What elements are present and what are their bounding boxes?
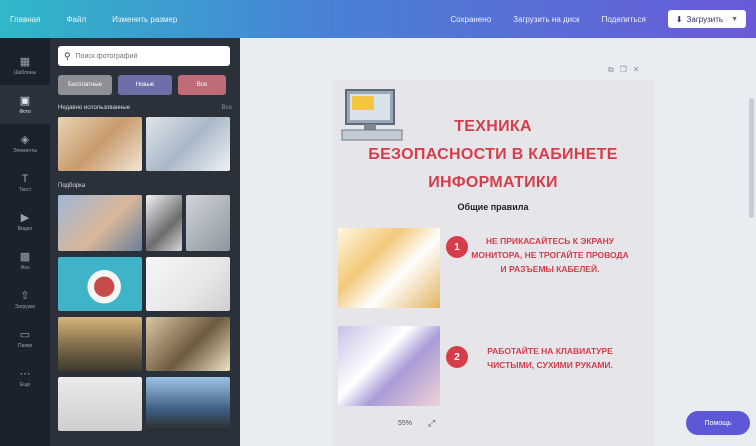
menu-home[interactable]: Главная (10, 15, 40, 24)
section-title: Недавно использованные (58, 105, 131, 111)
recent-thumbs (58, 117, 232, 171)
download-label: Загрузить (686, 14, 724, 24)
duplicate-icon[interactable]: ⧉ (608, 65, 614, 75)
section-title: Подборка (58, 183, 86, 189)
photo-thumb[interactable] (58, 377, 142, 431)
rail-label: Текст (18, 186, 32, 193)
photo-thumb[interactable] (146, 377, 230, 431)
rule-1-photo (338, 228, 440, 308)
canvas-area: ⧉ ❐ ✕ ТЕХНИКА БЕЗОПАСНОСТИ В КАБИНЕТЕ ИН… (240, 38, 756, 446)
featured-thumbs-row2 (58, 257, 232, 311)
photo-thumb[interactable] (58, 195, 142, 251)
see-all-link[interactable]: Все (222, 105, 232, 111)
poster-title-line-1: ТЕХНИКА (454, 118, 532, 135)
background-icon: ▩ (19, 250, 31, 263)
photo-panel: ⚲ Бесплатные Новые Все Недавно использов… (50, 38, 240, 446)
rail-label: Папки (17, 342, 33, 349)
rail-label: Шаблоны (13, 69, 37, 76)
featured-thumbs-row3 (58, 317, 232, 371)
chip-free[interactable]: Бесплатные (58, 75, 112, 95)
photo-thumb[interactable] (58, 117, 142, 171)
left-rail: ▦ Шаблоны ▣ Фото ◈ Элементы T Текст ▶ Ви… (0, 38, 50, 446)
rail-label: Ещё (19, 381, 31, 388)
search-icon: ⚲ (64, 50, 71, 61)
poster-title-line-2: БЕЗОПАСНОСТИ В КАБИНЕТЕ (368, 146, 618, 163)
section-recent-header: Недавно использованные Все (58, 105, 232, 111)
download-button[interactable]: ⬇ Загрузить ▼ (667, 10, 746, 28)
search-box[interactable]: ⚲ (58, 46, 230, 66)
text-icon: T (21, 172, 29, 185)
photo-thumb[interactable] (146, 117, 230, 171)
rail-label: Фон (20, 264, 30, 271)
folder-icon: ▭ (19, 328, 31, 341)
rule-1-text: НЕ ПРИКАСАЙТЕСЬ К ЭКРАНУ МОНИТОРА, НЕ ТР… (471, 236, 629, 274)
rail-item-more[interactable]: ⋯ Ещё (0, 358, 50, 397)
copy-icon[interactable]: ❐ (620, 65, 627, 75)
save-status: Сохранено (450, 14, 492, 24)
photo-thumb[interactable] (146, 257, 230, 311)
fullscreen-icon[interactable]: ⤢ (428, 418, 435, 429)
featured-thumbs-row1 (58, 195, 232, 251)
menu-resize[interactable]: Изменить размер (112, 15, 177, 24)
rail-label: Фото (19, 108, 31, 115)
search-input[interactable] (75, 52, 216, 60)
video-icon: ▶ (20, 211, 30, 224)
rule-2-photo (338, 326, 440, 406)
page-tools: ⧉ ❐ ✕ (608, 65, 640, 75)
share-link[interactable]: Поделиться (602, 15, 646, 24)
zoom-level[interactable]: 55% (398, 420, 412, 427)
rule-2-text: РАБОТАЙТЕ НА КЛАВИАТУРЕ ЧИСТЫМИ, СУХИМИ … (487, 346, 613, 370)
rail-item-video[interactable]: ▶ Видео (0, 202, 50, 241)
rule-1-number: 1 (446, 236, 468, 258)
help-button[interactable]: Помощь (686, 411, 750, 435)
upload-to-drive-button[interactable]: Загрузить на диск (513, 15, 579, 24)
rail-item-templates[interactable]: ▦ Шаблоны (0, 46, 50, 85)
menu-file[interactable]: Файл (66, 15, 86, 24)
chip-all[interactable]: Все (178, 75, 226, 95)
photo-thumb[interactable] (186, 195, 230, 251)
filter-chips: Бесплатные Новые Все (58, 75, 232, 95)
chip-new[interactable]: Новые (118, 75, 172, 95)
download-icon: ⬇ (675, 14, 683, 24)
photo-thumb[interactable] (146, 195, 182, 251)
rail-label: Загрузки (14, 303, 36, 310)
rule-2-number: 2 (446, 346, 468, 368)
featured-thumbs-row4 (58, 377, 232, 431)
rail-label: Элементы (13, 147, 37, 154)
elements-icon: ◈ (20, 133, 30, 146)
rail-label: Видео (17, 225, 33, 232)
chevron-down-icon: ▼ (731, 15, 738, 23)
rail-item-background[interactable]: ▩ Фон (0, 241, 50, 280)
rail-item-text[interactable]: T Текст (0, 163, 50, 202)
photo-thumb[interactable] (146, 317, 230, 371)
poster-title-line-3: ИНФОРМАТИКИ (428, 174, 558, 191)
rail-item-folders[interactable]: ▭ Папки (0, 319, 50, 358)
vertical-scrollbar[interactable] (749, 98, 754, 218)
delete-icon[interactable]: ✕ (633, 65, 640, 75)
photo-icon: ▣ (19, 94, 31, 107)
rail-item-photos[interactable]: ▣ Фото (0, 85, 50, 124)
more-icon: ⋯ (19, 367, 31, 380)
upload-icon: ⇧ (20, 289, 30, 302)
poster-subtitle: Общие правила (457, 202, 529, 212)
photo-thumb[interactable] (58, 317, 142, 371)
rail-item-uploads[interactable]: ⇧ Загрузки (0, 280, 50, 319)
design-page[interactable]: ТЕХНИКА БЕЗОПАСНОСТИ В КАБИНЕТЕ ИНФОРМАТ… (332, 80, 654, 446)
top-bar: Главная Файл Изменить размер Сохранено З… (0, 0, 756, 38)
photo-thumb[interactable] (58, 257, 142, 311)
rail-item-elements[interactable]: ◈ Элементы (0, 124, 50, 163)
template-icon: ▦ (19, 55, 31, 68)
section-featured-header: Подборка (58, 183, 232, 189)
